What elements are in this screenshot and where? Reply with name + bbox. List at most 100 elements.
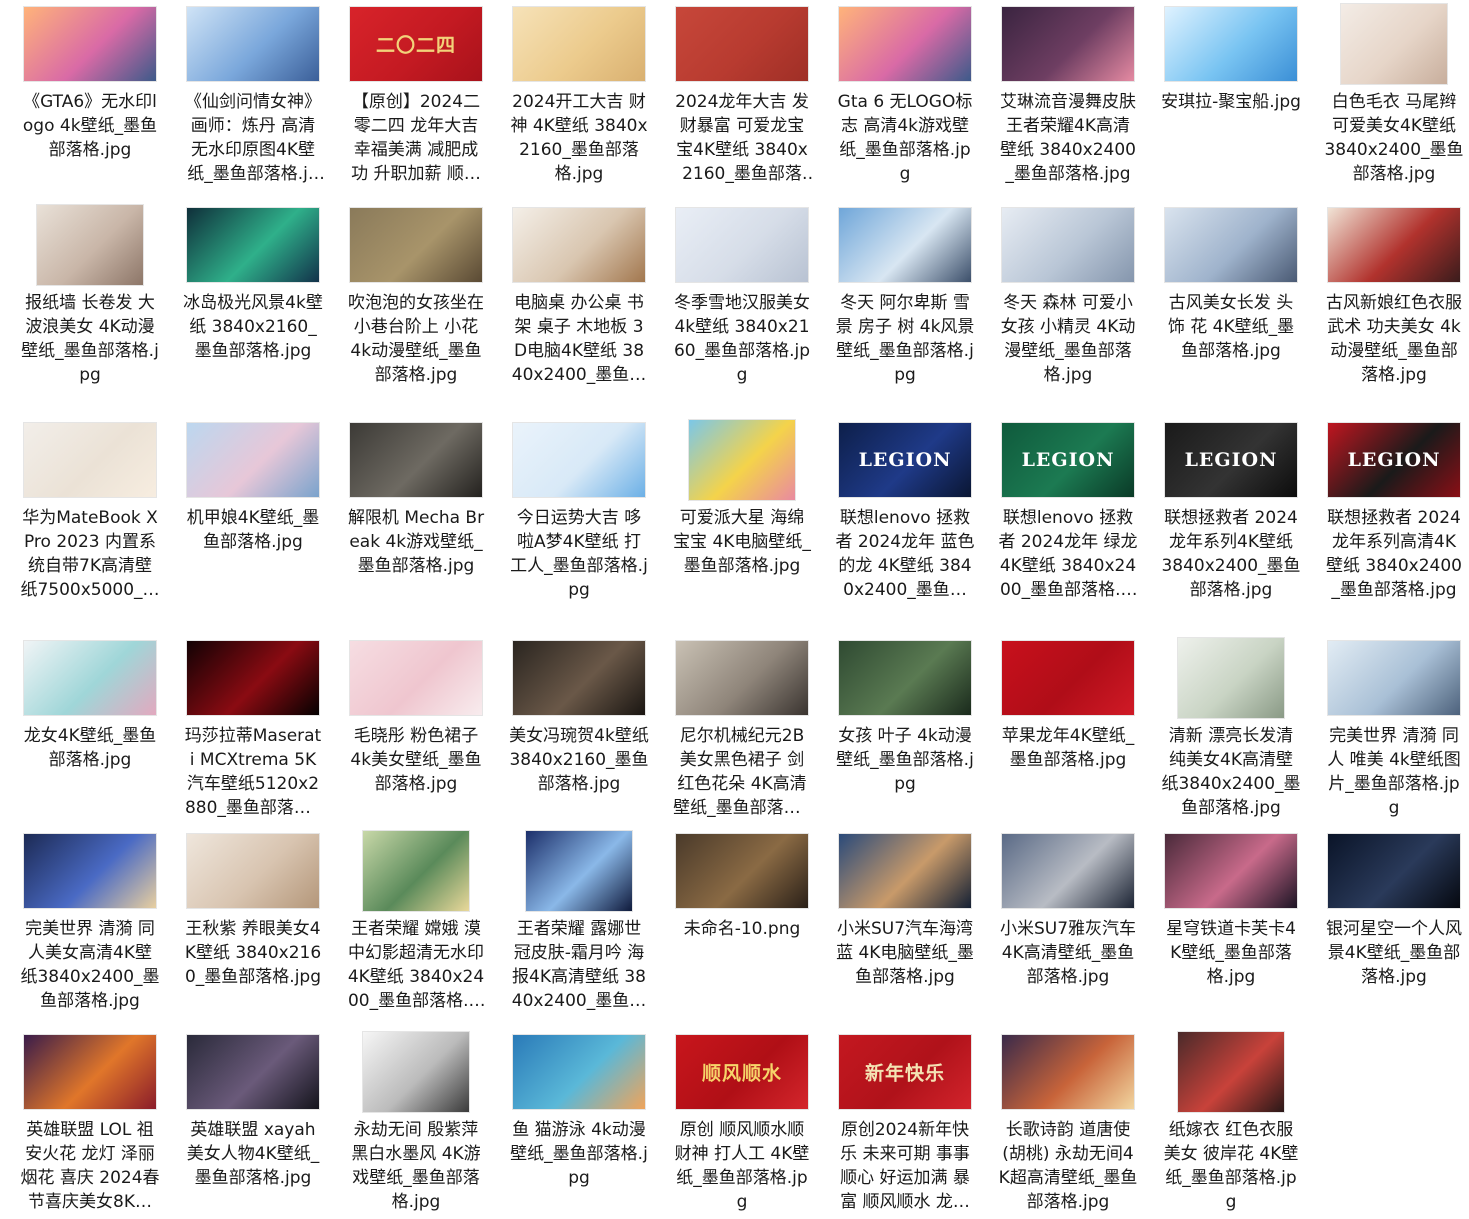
file-thumbnail-frame[interactable] bbox=[1161, 1028, 1301, 1116]
image-thumbnail[interactable]: LEGION bbox=[839, 423, 971, 497]
image-thumbnail[interactable]: LEGION bbox=[1002, 423, 1134, 497]
file-name-label[interactable]: 解限机 Mecha Break 4k游戏壁纸_墨鱼部落格.jpg bbox=[346, 506, 486, 578]
file-thumbnail-frame[interactable]: LEGION bbox=[1324, 416, 1464, 504]
file-name-label[interactable]: 《GTA6》无水印logo 4k壁纸_墨鱼部落格.jpg bbox=[20, 90, 160, 162]
file-thumbnail-frame[interactable]: 二〇二四 bbox=[346, 0, 486, 88]
file-name-label[interactable]: 联想lenovo 拯救者 2024龙年 蓝色的龙 4K壁纸 3840x2400_… bbox=[835, 506, 975, 602]
file-name-label[interactable]: 毛晓彤 粉色裙子 4k美女壁纸_墨鱼部落格.jpg bbox=[346, 724, 486, 796]
file-name-label[interactable]: 冰岛极光风景4k壁纸 3840x2160_墨鱼部落格.jpg bbox=[183, 291, 323, 363]
image-thumbnail[interactable] bbox=[676, 208, 808, 282]
file-thumbnail-frame[interactable] bbox=[1161, 827, 1301, 915]
file-name-label[interactable]: 小米SU7汽车海湾蓝 4K电脑壁纸_墨鱼部落格.jpg bbox=[835, 917, 975, 989]
file-name-label[interactable]: 联想拯救者 2024龙年系列4K壁纸 3840x2400_墨鱼部落格.jpg bbox=[1161, 506, 1301, 602]
file-name-label[interactable]: 英雄联盟 LOL 祖安火花 龙灯 泽丽 烟花 喜庆 2024春节喜庆美女8K壁纸… bbox=[20, 1118, 160, 1214]
file-name-label[interactable]: 王者荣耀 嫦娥 漠中幻影超清无水印4K壁纸 3840x2400_墨鱼部落格.jp… bbox=[346, 917, 486, 1013]
image-thumbnail[interactable] bbox=[513, 208, 645, 282]
image-thumbnail[interactable] bbox=[676, 834, 808, 908]
file-name-label[interactable]: 报纸墙 长卷发 大波浪美女 4K动漫壁纸_墨鱼部落格.jpg bbox=[20, 291, 160, 387]
file-name-label[interactable]: 未命名-10.png bbox=[672, 917, 812, 941]
file-name-label[interactable]: 长歌诗韵 道唐使(胡桃) 永劫无间4K超高清壁纸_墨鱼部落格.jpg bbox=[998, 1118, 1138, 1214]
file-thumbnail-frame[interactable]: 新年快乐 bbox=[835, 1028, 975, 1116]
file-thumbnail-frame[interactable] bbox=[346, 827, 486, 915]
image-thumbnail[interactable] bbox=[676, 641, 808, 715]
file-name-label[interactable]: 尼尔机械纪元2B美女黑色裙子 剑 红色花朵 4K高清壁纸_墨鱼部落格.jpg bbox=[672, 724, 812, 820]
image-thumbnail[interactable] bbox=[839, 641, 971, 715]
file-thumbnail-frame[interactable] bbox=[183, 827, 323, 915]
file-thumbnail-frame[interactable] bbox=[20, 634, 160, 722]
file-name-label[interactable]: 小米SU7雅灰汽车4K高清壁纸_墨鱼部落格.jpg bbox=[998, 917, 1138, 989]
image-thumbnail[interactable] bbox=[1328, 834, 1460, 908]
image-thumbnail[interactable] bbox=[513, 1035, 645, 1109]
file-thumbnail-frame[interactable] bbox=[998, 1028, 1138, 1116]
file-thumbnail-frame[interactable] bbox=[346, 1028, 486, 1116]
image-thumbnail[interactable] bbox=[350, 641, 482, 715]
file-name-label[interactable]: 冬天 森林 可爱小女孩 小精灵 4K动漫壁纸_墨鱼部落格.jpg bbox=[998, 291, 1138, 387]
file-thumbnail-frame[interactable] bbox=[346, 634, 486, 722]
file-name-label[interactable]: 冬季雪地汉服美女4k壁纸 3840x2160_墨鱼部落格.jpg bbox=[672, 291, 812, 387]
file-name-label[interactable]: 古风美女长发 头饰 花 4K壁纸_墨鱼部落格.jpg bbox=[1161, 291, 1301, 363]
file-name-label[interactable]: 永劫无间 殷紫萍 黑白水墨风 4K游戏壁纸_墨鱼部落格.jpg bbox=[346, 1118, 486, 1214]
file-thumbnail-frame[interactable] bbox=[183, 0, 323, 88]
file-thumbnail-frame[interactable] bbox=[1324, 201, 1464, 289]
file-name-label[interactable]: 完美世界 清漪 同人美女高清4K壁纸3840x2400_墨鱼部落格.jpg bbox=[20, 917, 160, 1013]
image-thumbnail[interactable] bbox=[513, 423, 645, 497]
file-thumbnail-frame[interactable] bbox=[509, 416, 649, 504]
file-name-label[interactable]: 王者荣耀 露娜世冠皮肤-霜月吟 海报4K高清壁纸 3840x2400_墨鱼部落格… bbox=[509, 917, 649, 1013]
file-name-label[interactable]: 2024龙年大吉 发财暴富 可爱龙宝宝4K壁纸 3840x2160_墨鱼部落格.… bbox=[672, 90, 812, 186]
file-thumbnail-frame[interactable] bbox=[998, 0, 1138, 88]
image-thumbnail[interactable] bbox=[187, 423, 319, 497]
file-name-label[interactable]: 冬天 阿尔卑斯 雪景 房子 树 4k风景壁纸_墨鱼部落格.jpg bbox=[835, 291, 975, 387]
image-thumbnail[interactable] bbox=[1165, 208, 1297, 282]
image-thumbnail[interactable] bbox=[187, 834, 319, 908]
file-name-label[interactable]: 英雄联盟 xayah 美女人物4K壁纸_墨鱼部落格.jpg bbox=[183, 1118, 323, 1190]
file-thumbnail-frame[interactable] bbox=[20, 201, 160, 289]
file-thumbnail-frame[interactable]: 顺风顺水 bbox=[672, 1028, 812, 1116]
image-thumbnail[interactable] bbox=[689, 420, 795, 500]
image-thumbnail[interactable] bbox=[526, 831, 632, 911]
file-thumbnail-frame[interactable] bbox=[346, 416, 486, 504]
file-thumbnail-frame[interactable] bbox=[183, 416, 323, 504]
file-thumbnail-frame[interactable] bbox=[20, 827, 160, 915]
file-name-label[interactable]: 原创 顺风顺水顺财神 打人工 4K壁纸_墨鱼部落格.jpg bbox=[672, 1118, 812, 1214]
image-thumbnail[interactable] bbox=[1002, 834, 1134, 908]
file-thumbnail-frame[interactable] bbox=[183, 201, 323, 289]
file-thumbnail-frame[interactable] bbox=[1324, 827, 1464, 915]
file-thumbnail-frame[interactable]: LEGION bbox=[998, 416, 1138, 504]
file-name-label[interactable]: 银河星空一个人风景4K壁纸_墨鱼部落格.jpg bbox=[1324, 917, 1464, 989]
image-thumbnail[interactable] bbox=[1341, 4, 1447, 84]
file-name-label[interactable]: 苹果龙年4K壁纸_墨鱼部落格.jpg bbox=[998, 724, 1138, 772]
file-thumbnail-frame[interactable]: LEGION bbox=[1161, 416, 1301, 504]
image-thumbnail[interactable] bbox=[24, 1035, 156, 1109]
file-name-label[interactable]: 龙女4K壁纸_墨鱼部落格.jpg bbox=[20, 724, 160, 772]
image-thumbnail[interactable]: 顺风顺水 bbox=[676, 1035, 808, 1109]
file-thumbnail-frame[interactable] bbox=[183, 1028, 323, 1116]
file-name-label[interactable]: 2024开工大吉 财神 4K壁纸 3840x2160_墨鱼部落格.jpg bbox=[509, 90, 649, 186]
file-name-label[interactable]: 艾琳流音漫舞皮肤 王者荣耀4K高清壁纸 3840x2400_墨鱼部落格.jpg bbox=[998, 90, 1138, 186]
image-thumbnail[interactable] bbox=[37, 205, 143, 285]
image-thumbnail[interactable] bbox=[839, 834, 971, 908]
image-thumbnail[interactable] bbox=[24, 423, 156, 497]
file-name-label[interactable]: 电脑桌 办公桌 书架 桌子 木地板 3D电脑4K壁纸 3840x2400_墨鱼部… bbox=[509, 291, 649, 387]
file-thumbnail-frame[interactable] bbox=[509, 634, 649, 722]
image-thumbnail[interactable]: 二〇二四 bbox=[350, 7, 482, 81]
file-thumbnail-frame[interactable] bbox=[509, 0, 649, 88]
file-name-label[interactable]: Gta 6 无LOGO标志 高清4k游戏壁纸_墨鱼部落格.jpg bbox=[835, 90, 975, 186]
image-thumbnail[interactable] bbox=[24, 834, 156, 908]
file-thumbnail-frame[interactable] bbox=[835, 827, 975, 915]
image-thumbnail[interactable] bbox=[1002, 641, 1134, 715]
file-thumbnail-frame[interactable] bbox=[509, 1028, 649, 1116]
file-thumbnail-frame[interactable] bbox=[672, 416, 812, 504]
file-thumbnail-frame[interactable] bbox=[1161, 201, 1301, 289]
image-thumbnail[interactable]: LEGION bbox=[1165, 423, 1297, 497]
file-thumbnail-frame[interactable] bbox=[672, 827, 812, 915]
file-thumbnail-frame[interactable] bbox=[1161, 634, 1301, 722]
image-thumbnail[interactable] bbox=[839, 7, 971, 81]
file-thumbnail-frame[interactable] bbox=[835, 634, 975, 722]
file-thumbnail-frame[interactable] bbox=[672, 0, 812, 88]
image-thumbnail[interactable] bbox=[187, 1035, 319, 1109]
file-name-label[interactable]: 吹泡泡的女孩坐在小巷台阶上 小花 4k动漫壁纸_墨鱼部落格.jpg bbox=[346, 291, 486, 387]
file-name-label[interactable]: 玛莎拉蒂Maserati MCXtrema 5K汽车壁纸5120x2880_墨鱼… bbox=[183, 724, 323, 820]
file-name-label[interactable]: 华为MateBook X Pro 2023 内置系统自带7K高清壁纸7500x5… bbox=[20, 506, 160, 602]
file-thumbnail-frame[interactable] bbox=[20, 0, 160, 88]
file-name-label[interactable]: 王秋紫 养眼美女4K壁纸 3840x2160_墨鱼部落格.jpg bbox=[183, 917, 323, 989]
